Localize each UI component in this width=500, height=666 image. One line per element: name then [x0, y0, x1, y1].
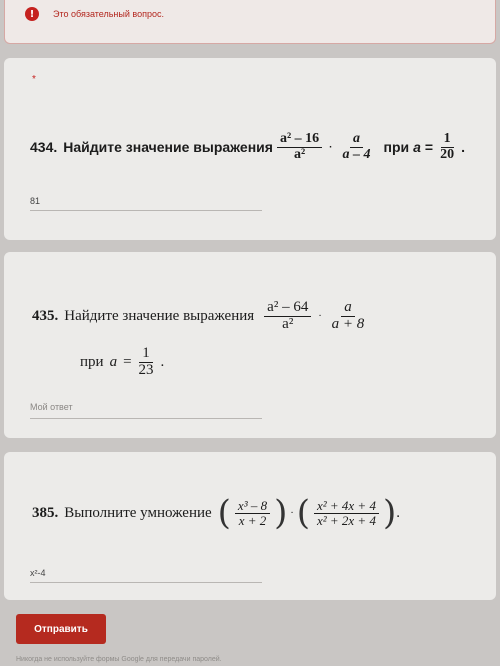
multiply-dot: ·	[318, 310, 322, 322]
fraction-2: a a – 4	[340, 131, 374, 162]
required-asterisk: *	[32, 74, 36, 85]
period: .	[160, 353, 165, 370]
right-paren-icon: )	[274, 493, 288, 533]
fraction-denominator: 20	[440, 146, 455, 162]
answer-underline	[30, 582, 262, 583]
fraction-denominator: 23	[138, 361, 154, 378]
fraction-3: 1 23	[136, 345, 157, 379]
fraction-3: 1 20	[437, 131, 457, 162]
answer-input-435[interactable]: Мой ответ	[30, 402, 73, 412]
fraction-denominator: x + 2	[238, 512, 267, 528]
fraction-numerator: a	[350, 131, 363, 148]
variable: a	[109, 353, 118, 370]
fraction-numerator: x² + 4x + 4	[313, 499, 379, 514]
error-message: ! Это обязательный вопрос.	[25, 7, 164, 21]
fraction-denominator: a²	[282, 315, 294, 332]
condition-word: при	[383, 139, 410, 156]
answer-input-434[interactable]: 81	[30, 196, 40, 206]
problem-number: 434.	[30, 139, 58, 156]
fraction-numerator: a² – 16	[276, 131, 323, 148]
question-card-434: * 434. Найдите значение выражения a² – 1…	[4, 58, 496, 240]
fraction-1: a² – 64 a²	[264, 299, 312, 333]
fraction-2: a a + 8	[329, 299, 368, 333]
problem-435: 435. Найдите значение выражения a² – 64 …	[32, 299, 371, 333]
fraction-denominator: a – 4	[342, 146, 371, 162]
problem-385: 385. Выполните умножение ( x³ – 8 x + 2 …	[32, 496, 400, 530]
left-paren-icon: (	[217, 493, 231, 533]
equals-sign: =	[123, 353, 132, 370]
fraction-numerator: 1	[440, 131, 454, 148]
submit-button[interactable]: Отправить	[16, 614, 106, 644]
error-icon: !	[25, 7, 39, 21]
fraction-denominator: a²	[293, 146, 306, 162]
multiply-dot: ·	[290, 507, 294, 519]
fraction-denominator: a + 8	[331, 315, 365, 332]
problem-text: Найдите значение выражения	[64, 307, 255, 324]
fraction-numerator: a	[341, 299, 355, 317]
multiply-dot: ·	[329, 141, 333, 153]
answer-underline	[30, 418, 262, 419]
fraction-1: a² – 16 a²	[276, 131, 323, 162]
problem-text: Найдите значение выражения	[63, 139, 273, 156]
equals-sign: =	[424, 139, 434, 156]
password-warning: Никогда не используйте формы Google для …	[16, 656, 222, 663]
error-text: Это обязательный вопрос.	[53, 9, 164, 19]
question-card-385: 385. Выполните умножение ( x³ – 8 x + 2 …	[4, 452, 496, 600]
fraction-2: x² + 4x + 4 x² + 2x + 4	[313, 499, 379, 528]
right-paren-icon: )	[382, 493, 397, 533]
fraction-1: x³ – 8 x + 2	[234, 499, 271, 528]
fraction-denominator: x² + 2x + 4	[316, 512, 376, 528]
period: .	[396, 504, 400, 521]
fraction-numerator: x³ – 8	[234, 499, 271, 514]
answer-input-385[interactable]: x²-4	[30, 568, 46, 578]
left-paren-icon: (	[296, 493, 310, 533]
problem-435-condition: при a = 1 23 .	[80, 345, 165, 379]
question-card-435: 435. Найдите значение выражения a² – 64 …	[4, 252, 496, 438]
condition-word: при	[80, 353, 104, 370]
period: .	[461, 139, 465, 156]
answer-underline	[30, 210, 262, 211]
fraction-numerator: 1	[139, 345, 153, 363]
error-card: ! Это обязательный вопрос.	[4, 0, 496, 44]
variable: a	[413, 139, 421, 156]
problem-number: 435.	[32, 307, 59, 324]
problem-number: 385.	[32, 504, 59, 521]
problem-434: 434. Найдите значение выражения a² – 16 …	[30, 131, 465, 162]
problem-text: Выполните умножение	[64, 504, 212, 521]
fraction-numerator: a² – 64	[264, 299, 312, 317]
